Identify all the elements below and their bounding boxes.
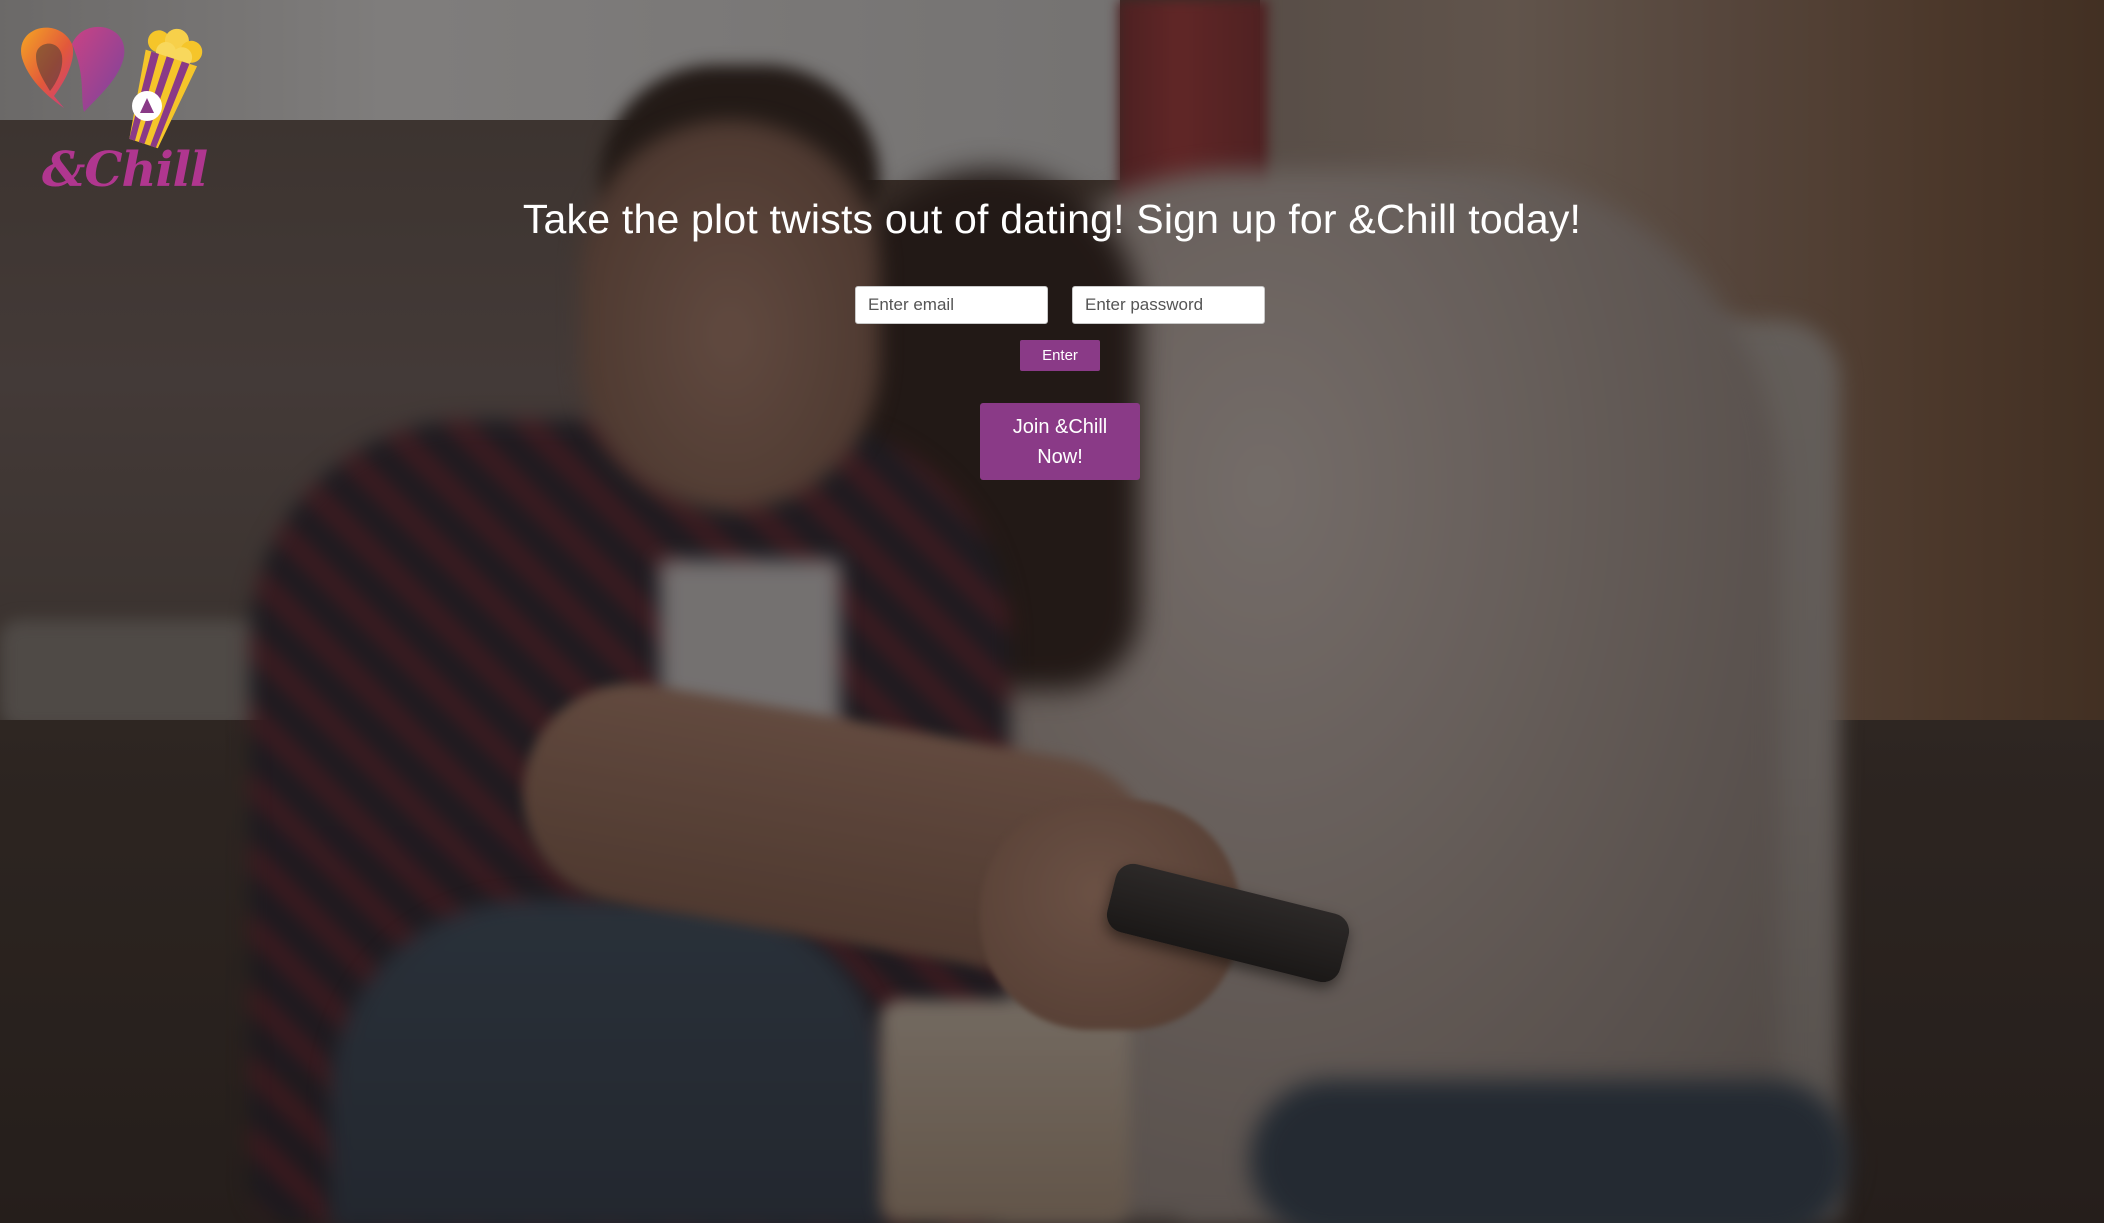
- heart-icon: [21, 26, 125, 112]
- login-form: [855, 286, 1265, 324]
- email-input[interactable]: [855, 286, 1048, 324]
- landing-page: &Chill Take the plot twists out of datin…: [0, 0, 2104, 1223]
- background-photo: [0, 0, 2104, 1223]
- page-headline: Take the plot twists out of dating! Sign…: [522, 196, 1582, 242]
- enter-button[interactable]: Enter: [1020, 340, 1100, 371]
- brand-logo[interactable]: &Chill: [14, 16, 214, 201]
- popcorn-icon: [129, 28, 203, 149]
- password-input[interactable]: [1072, 286, 1265, 324]
- play-icon: [132, 91, 162, 121]
- logo-text: &Chill: [42, 142, 208, 198]
- join-now-button[interactable]: Join &Chill Now!: [980, 403, 1140, 480]
